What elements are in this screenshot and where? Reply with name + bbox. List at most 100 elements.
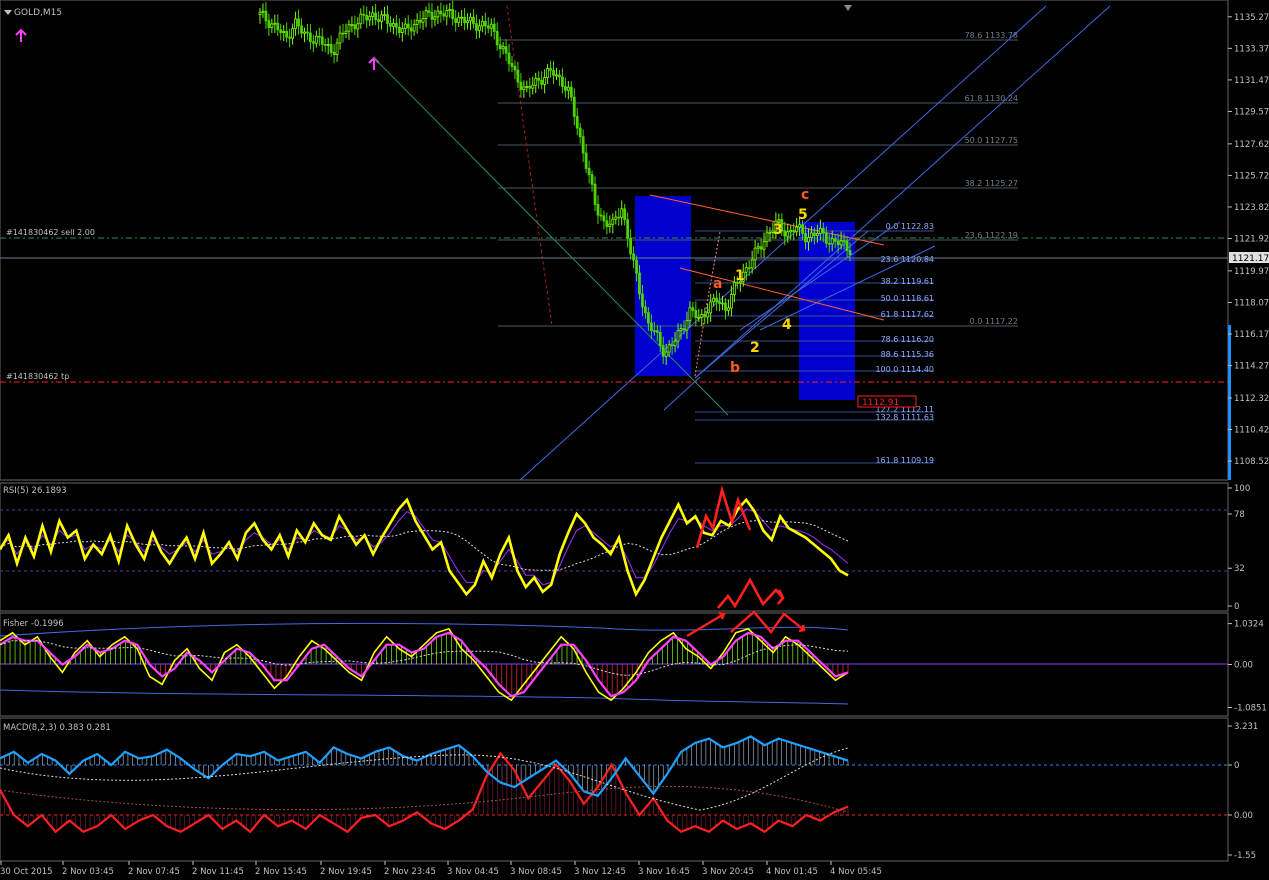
y-tick-label: 0 — [1234, 761, 1239, 771]
rsi-title: RSI(5) 26.1893 — [3, 486, 67, 496]
candle-body — [558, 74, 561, 78]
candle-body — [276, 22, 280, 31]
candle-body — [664, 351, 668, 357]
candle-body — [593, 183, 597, 205]
candle-body — [279, 29, 283, 33]
y-tick-label: 3.231 — [1234, 722, 1258, 732]
x-tick-label: 3 Nov 08:45 — [510, 867, 562, 877]
x-tick-label: 2 Nov 15:45 — [255, 867, 307, 877]
y-tick-label: 1135.27 — [1234, 13, 1269, 23]
candle-body — [329, 44, 333, 53]
fib-label: 61.8 1117.62 — [881, 310, 934, 319]
y-tick-label: 0.00 — [1234, 811, 1253, 821]
candle-body — [507, 52, 511, 64]
volume-bar — [1228, 325, 1231, 480]
candle-body — [344, 30, 348, 34]
candle-body — [667, 344, 671, 353]
candle-body — [762, 241, 766, 250]
x-tick-label: 2 Nov 23:45 — [384, 867, 436, 877]
candle-body — [359, 13, 363, 25]
fib-label: 0.0 1117.22 — [970, 317, 1018, 326]
candle-body — [813, 232, 816, 237]
candle-body — [335, 42, 339, 55]
y-tick-label: -1.0851 — [1234, 703, 1267, 713]
candle-body — [466, 20, 469, 24]
fib-label: 88.6 1115.36 — [881, 350, 934, 359]
red-price-tag-text: 1112.91 — [862, 398, 899, 408]
candle-body — [273, 22, 277, 25]
y-tick-label: 1125.72 — [1234, 171, 1269, 181]
candle-body — [389, 23, 392, 27]
candle-body — [804, 233, 807, 243]
candle-body — [433, 16, 437, 20]
x-tick-label: 4 Nov 05:45 — [830, 867, 882, 877]
candle-body — [549, 68, 552, 71]
wave-label-b: b — [730, 360, 740, 376]
candle-body — [644, 306, 647, 314]
candle-body — [439, 10, 443, 15]
y-tick-label: -1.55 — [1234, 851, 1256, 861]
candle-body — [655, 330, 659, 333]
candle-body — [596, 204, 600, 216]
fib-label: 78.6 1116.20 — [881, 335, 934, 344]
candle-body — [839, 240, 843, 246]
candle-body — [652, 330, 656, 333]
fib-label: 23.6 1122.19 — [965, 231, 1018, 240]
y-tick-label: 32 — [1234, 564, 1245, 574]
candle-body — [472, 16, 475, 25]
candle-body — [795, 226, 799, 233]
wave-label-2: 2 — [750, 340, 760, 356]
candle-body — [552, 69, 555, 76]
candle-body — [332, 51, 336, 55]
candle-body — [392, 23, 395, 27]
candle-body — [483, 21, 487, 27]
candle-body — [421, 18, 425, 23]
candle-body — [641, 293, 644, 308]
chart-background — [0, 0, 1269, 880]
candle-body — [581, 136, 585, 154]
candle-body — [264, 10, 268, 22]
candle-body — [314, 35, 318, 44]
candle-body — [377, 19, 380, 22]
candle-body — [341, 32, 345, 35]
wave-label-a: a — [713, 276, 722, 292]
candle-body — [519, 81, 523, 91]
fib-label: 38.2 1119.61 — [881, 277, 934, 286]
candle-body — [442, 13, 446, 17]
candle-body — [691, 307, 695, 311]
candle-body — [501, 46, 505, 50]
candle-body — [534, 77, 538, 86]
candle-body — [575, 116, 579, 129]
candle-body — [730, 294, 733, 309]
y-tick-label: 1116.17 — [1234, 330, 1269, 340]
candle-body — [409, 27, 413, 32]
candle-body — [833, 238, 837, 242]
candle-body — [489, 23, 493, 29]
candle-body — [543, 77, 547, 85]
candle-body — [448, 9, 452, 11]
current-price-text: 1121.17 — [1232, 254, 1269, 264]
wave-label-4: 4 — [782, 317, 792, 333]
candle-body — [460, 16, 464, 19]
candle-body — [670, 344, 674, 347]
candle-body — [821, 227, 825, 234]
candle-body — [682, 328, 686, 331]
candle-body — [842, 240, 846, 243]
candle-body — [661, 345, 665, 357]
candle-body — [845, 240, 849, 251]
trading-chart[interactable]: GOLD,M15 78.6 1133.78 61.8 1130.24 50.0 … — [0, 0, 1269, 880]
y-tick-label: 1110.42 — [1234, 426, 1269, 436]
candle-body — [347, 24, 351, 32]
candle-body — [300, 25, 303, 34]
candle-body — [513, 65, 517, 71]
y-tick-label: 1118.07 — [1234, 298, 1269, 308]
candle-body — [848, 250, 852, 256]
candle-body — [709, 301, 713, 314]
x-tick-label: 3 Nov 04:45 — [447, 867, 499, 877]
candle-body — [747, 267, 751, 270]
candle-body — [394, 23, 398, 28]
candle-body — [658, 332, 662, 347]
candle-body — [294, 18, 297, 29]
candle-body — [756, 246, 760, 249]
wave-label-1: 1 — [735, 268, 745, 284]
